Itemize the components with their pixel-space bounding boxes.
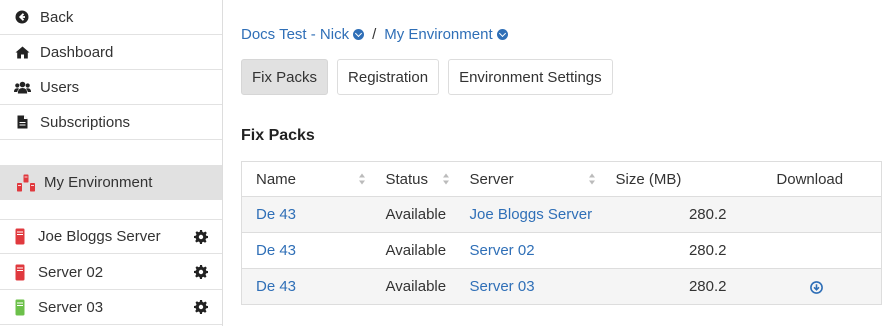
sidebar: Back Dashboard Users Subscriptions My En… (0, 0, 223, 326)
sidebar-item-label: Server 03 (38, 298, 104, 316)
table-row: De 43 Available Server 03 280.2 (241, 268, 882, 305)
sidebar-item-back[interactable]: Back (0, 0, 222, 35)
gear-icon[interactable] (194, 265, 208, 279)
size-cell: 280.2 (601, 196, 739, 233)
section-title: Fix Packs (241, 127, 315, 144)
server-link[interactable]: Server 03 (470, 278, 535, 295)
column-header-name[interactable]: Name (241, 161, 372, 197)
sort-icon[interactable] (442, 173, 450, 185)
sidebar-item-label: My Environment (44, 174, 153, 191)
status-cell: Available (371, 232, 456, 269)
server-link[interactable]: Server 02 (470, 242, 535, 259)
server-icon (14, 299, 26, 316)
chevron-down-icon (353, 29, 365, 40)
breadcrumb-environment[interactable]: My Environment (384, 26, 508, 43)
status-cell: Available (371, 268, 456, 305)
sidebar-item-label: Subscriptions (40, 113, 131, 131)
users-icon (10, 81, 34, 94)
status-cell: Available (371, 196, 456, 233)
sidebar-item-label: Joe Bloggs Server (38, 228, 161, 245)
server-link[interactable]: Joe Bloggs Server (470, 206, 593, 223)
tab-fix-packs[interactable]: Fix Packs (241, 59, 329, 95)
breadcrumb-separator: / (372, 26, 377, 43)
tab-environment-settings[interactable]: Environment Settings (448, 59, 613, 95)
sidebar-item-label: Server 02 (38, 263, 104, 281)
sort-icon[interactable] (588, 173, 596, 185)
fix-packs-table: Name Status Server Size (MB) Download De… (241, 161, 882, 305)
size-cell: 280.2 (601, 232, 739, 269)
sidebar-item-server[interactable]: Joe Bloggs Server (0, 219, 222, 254)
column-header-server[interactable]: Server (455, 161, 602, 197)
download-cell (738, 196, 882, 233)
tab-bar: Fix Packs Registration Environment Setti… (241, 59, 622, 95)
download-cell (738, 268, 882, 305)
download-icon[interactable] (810, 280, 824, 294)
gear-icon[interactable] (194, 229, 208, 244)
size-cell: 280.2 (601, 268, 739, 305)
server-icon (14, 264, 26, 281)
sidebar-item-my-environment[interactable]: My Environment (0, 165, 222, 200)
sidebar-item-label: Back (40, 8, 74, 26)
document-icon (10, 115, 34, 129)
table-row: De 43 Available Server 02 280.2 (241, 232, 882, 269)
sidebar-item-server[interactable]: Server 03 (0, 290, 222, 325)
download-cell (738, 232, 882, 269)
tab-registration[interactable]: Registration (337, 59, 440, 95)
sidebar-item-users[interactable]: Users (0, 70, 222, 105)
breadcrumb: Docs Test - Nick / My Environment (241, 26, 508, 43)
sidebar-item-label: Dashboard (40, 43, 114, 61)
fix-pack-name-link[interactable]: De 43 (256, 278, 296, 295)
servers-icon (14, 174, 38, 192)
sidebar-item-subscriptions[interactable]: Subscriptions (0, 105, 222, 140)
fix-pack-name-link[interactable]: De 43 (256, 206, 296, 223)
home-icon (10, 46, 34, 59)
column-header-status[interactable]: Status (371, 161, 456, 197)
sidebar-item-server[interactable]: Server 02 (0, 255, 222, 290)
fix-pack-name-link[interactable]: De 43 (256, 242, 296, 259)
breadcrumb-org[interactable]: Docs Test - Nick (241, 26, 365, 43)
table-row: De 43 Available Joe Bloggs Server 280.2 (241, 196, 882, 233)
sidebar-item-dashboard[interactable]: Dashboard (0, 35, 222, 70)
gear-icon[interactable] (194, 300, 208, 314)
server-icon (14, 228, 26, 245)
chevron-down-icon (496, 29, 508, 40)
back-circle-icon (10, 10, 34, 24)
sort-icon[interactable] (358, 173, 366, 185)
column-header-download: Download (738, 161, 882, 197)
column-header-size: Size (MB) (601, 161, 739, 197)
sidebar-item-label: Users (40, 78, 80, 96)
